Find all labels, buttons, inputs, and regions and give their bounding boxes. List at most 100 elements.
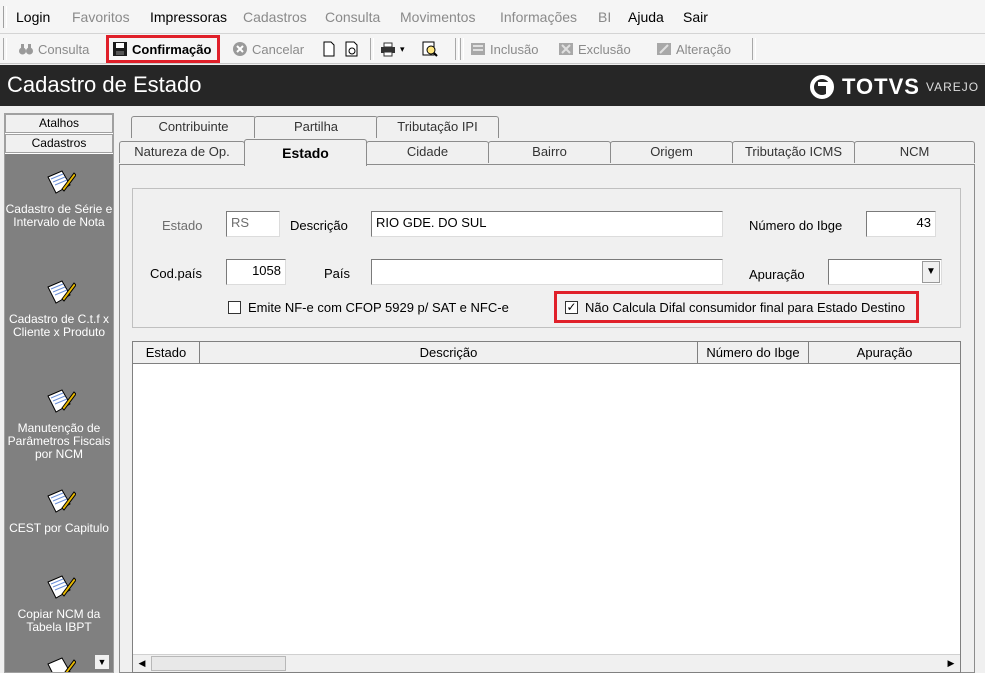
shortcut-parametros-ncm[interactable]: Manutenção de Parâmetros Fiscais por NCM xyxy=(5,386,113,461)
menu-bar: Login Favoritos Impressoras Cadastros Co… xyxy=(0,0,985,34)
shortcut-label: Cadastro de C.t.f x Cliente x Produto xyxy=(8,312,110,339)
edit-record-icon xyxy=(657,43,671,55)
menu-login[interactable]: Login xyxy=(16,9,50,25)
notepad-pen-icon xyxy=(47,657,76,672)
pais-field[interactable] xyxy=(371,259,723,285)
shortcut-copiar-ncm[interactable]: Copiar NCM da Tabela IBPT xyxy=(5,572,113,634)
tab-natureza-op[interactable]: Natureza de Op. xyxy=(119,141,245,163)
totvs-logo-icon xyxy=(810,75,834,99)
menu-consulta: Consulta xyxy=(325,9,381,25)
shortcut-scroll-down-button[interactable]: ▼ xyxy=(94,654,110,670)
printer-icon xyxy=(381,42,395,57)
emite-nfe-label: Emite NF-e com CFOP 5929 p/ SAT e NFC-e xyxy=(248,300,509,315)
magnifier-icon xyxy=(422,41,438,57)
shortcut-list: Cadastro de Série e Intervalo de Nota Ca… xyxy=(5,154,113,672)
estado-label: Estado xyxy=(162,218,203,233)
alteracao-button: Alteração xyxy=(652,37,735,61)
scroll-left-button[interactable]: ◀ xyxy=(134,656,150,672)
page-title: Cadastro de Estado xyxy=(7,72,202,97)
shortcut-label: Copiar NCM da Tabela IBPT xyxy=(17,607,101,634)
new-document-icon xyxy=(323,41,335,57)
numero-ibge-field[interactable]: 43 xyxy=(866,211,936,237)
totvs-logo: TOTVS VAREJO xyxy=(810,74,979,100)
estado-field[interactable]: RS xyxy=(226,211,280,237)
cancelar-button: Cancelar xyxy=(228,37,308,61)
chevron-down-icon: ▾ xyxy=(400,43,405,54)
toolbar-separator-3 xyxy=(460,38,464,60)
shortcut-cest-capitulo[interactable]: CEST por Capitulo xyxy=(5,486,113,535)
tab-partilha[interactable]: Partilha xyxy=(254,116,378,138)
notepad-pen-icon xyxy=(47,575,76,599)
difal-highlight xyxy=(554,291,919,323)
numero-ibge-label: Número do Ibge xyxy=(749,218,843,233)
alteracao-label: Alteração xyxy=(676,41,731,57)
descricao-field[interactable]: RIO GDE. DO SUL xyxy=(371,211,723,237)
menu-informacoes: Informações xyxy=(500,9,578,25)
toolbar-separator-4 xyxy=(752,38,756,60)
print-button[interactable]: ▾ xyxy=(378,37,407,61)
toolbar-grip xyxy=(3,38,7,60)
cancelar-label: Cancelar xyxy=(252,41,305,57)
add-record-icon xyxy=(471,43,485,55)
menu-movimentos: Movimentos xyxy=(400,9,476,25)
menu-bi: BI xyxy=(598,9,612,25)
notepad-pen-icon xyxy=(47,489,76,513)
column-header-descricao[interactable]: Descrição xyxy=(200,342,698,364)
tab-ncm[interactable]: NCM xyxy=(854,141,975,163)
window-title-bar: Cadastro de Estado TOTVS VAREJO xyxy=(0,65,985,106)
apuracao-label: Apuração xyxy=(749,267,805,282)
logo-sub: VAREJO xyxy=(925,80,980,94)
menu-sair[interactable]: Sair xyxy=(683,9,708,25)
toolbar-separator xyxy=(370,38,374,60)
binoculars-icon xyxy=(19,44,33,55)
tab-cidade[interactable]: Cidade xyxy=(366,141,489,163)
scrollbar-thumb[interactable] xyxy=(151,656,286,671)
scroll-right-button[interactable]: ▶ xyxy=(943,656,959,672)
menu-favoritos: Favoritos xyxy=(72,9,130,25)
menu-cadastros: Cadastros xyxy=(243,9,307,25)
tab-tributacao-icms[interactable]: Tributação ICMS xyxy=(732,141,855,163)
notepad-pen-icon xyxy=(47,170,76,194)
notepad-pen-icon xyxy=(47,280,76,304)
consulta-button: Consulta xyxy=(14,37,93,61)
delete-record-icon xyxy=(559,43,573,55)
pais-label: País xyxy=(324,266,351,281)
apuracao-select[interactable]: ▼ xyxy=(828,259,942,285)
search-document-button[interactable] xyxy=(420,37,440,61)
tab-bairro[interactable]: Bairro xyxy=(488,141,611,163)
toolbar-separator-2 xyxy=(455,38,459,60)
exclusao-button: Exclusão xyxy=(554,37,635,61)
tab-tributacao-ipi[interactable]: Tributação IPI xyxy=(376,116,499,138)
tab-estado[interactable]: Estado xyxy=(244,139,367,166)
consulta-label: Consulta xyxy=(38,41,90,57)
estados-grid[interactable]: Estado Descrição Número do Ibge Apuração… xyxy=(132,341,961,673)
shortcut-ctf-cliente-produto[interactable]: Cadastro de C.t.f x Cliente x Produto xyxy=(5,277,113,339)
cadastros-button[interactable]: Cadastros xyxy=(5,134,113,153)
cod-pais-field[interactable]: 1058 xyxy=(226,259,286,285)
inclusao-button: Inclusão xyxy=(466,37,542,61)
horizontal-scrollbar[interactable]: ◀ ▶ xyxy=(133,654,960,672)
cod-pais-label: Cod.país xyxy=(150,266,203,281)
chevron-down-icon[interactable]: ▼ xyxy=(922,261,940,283)
shortcut-label: Manutenção de Parâmetros Fiscais por NCM xyxy=(7,421,111,461)
menu-impressoras[interactable]: Impressoras xyxy=(150,9,227,25)
preview-button[interactable] xyxy=(342,37,362,61)
cancel-icon xyxy=(233,42,247,56)
tab-origem[interactable]: Origem xyxy=(610,141,733,163)
print-preview-icon xyxy=(345,41,358,57)
new-document-button[interactable] xyxy=(319,37,339,61)
shortcut-serie-intervalo[interactable]: Cadastro de Série e Intervalo de Nota xyxy=(5,167,113,229)
shortcut-panel: Atalhos Cadastros Cadastro de Série e In… xyxy=(4,113,114,673)
atalhos-button[interactable]: Atalhos xyxy=(5,114,113,133)
tab-contribuinte[interactable]: Contribuinte xyxy=(131,116,256,138)
inclusao-label: Inclusão xyxy=(490,41,539,57)
menu-ajuda[interactable]: Ajuda xyxy=(628,9,664,25)
column-header-estado[interactable]: Estado xyxy=(133,342,200,364)
column-header-numero-ibge[interactable]: Número do Ibge xyxy=(698,342,809,364)
shortcut-label: Cadastro de Série e Intervalo de Nota xyxy=(5,202,113,229)
column-header-apuracao[interactable]: Apuração xyxy=(809,342,960,364)
descricao-label: Descrição xyxy=(290,218,348,233)
shortcut-label: CEST por Capitulo xyxy=(9,521,109,535)
notepad-pen-icon xyxy=(47,389,76,413)
emite-nfe-checkbox[interactable] xyxy=(228,301,241,314)
